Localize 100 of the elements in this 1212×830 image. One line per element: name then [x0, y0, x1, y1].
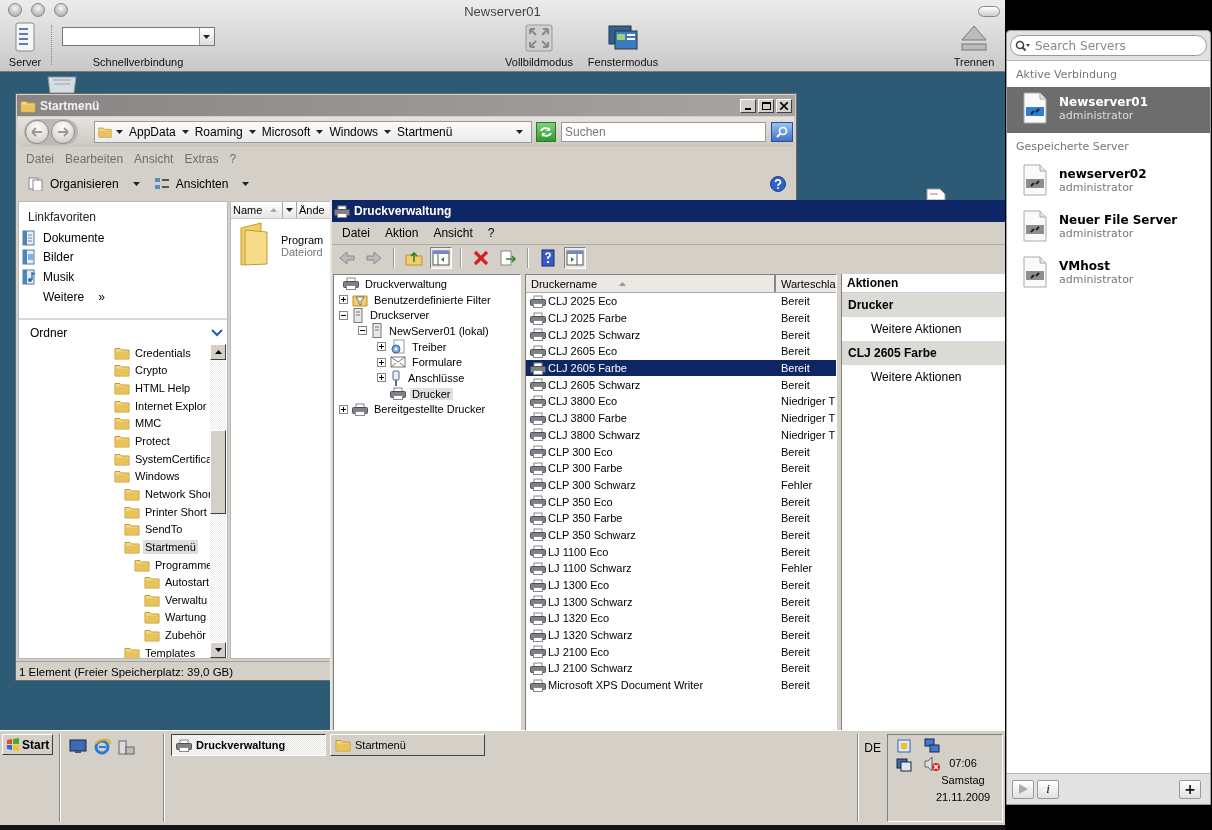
folder-item[interactable]: Crypto: [133, 363, 170, 378]
folder-item[interactable]: Wartung: [163, 610, 209, 625]
printer-row[interactable]: CLJ 2025 Schwarz Bereit: [526, 326, 836, 344]
server-item[interactable]: VMhost administrator: [1007, 251, 1210, 297]
add-button[interactable]: +: [1179, 779, 1201, 799]
printer-row[interactable]: LJ 1300 Schwarz Bereit: [526, 593, 836, 611]
breadcrumb-item[interactable]: AppData: [127, 125, 178, 139]
chevron-down-icon[interactable]: [211, 329, 223, 337]
plus-icon[interactable]: [377, 357, 386, 367]
printer-row[interactable]: Microsoft XPS Document Writer Bereit: [526, 676, 836, 694]
folder-item[interactable]: Startmenü: [143, 539, 198, 554]
favorite-link[interactable]: Musik: [43, 270, 75, 284]
refresh-button[interactable]: [536, 122, 556, 142]
printer-row[interactable]: CLJ 2025 Eco Bereit: [526, 293, 836, 310]
tree-item[interactable]: Benutzerdefinierte Filter: [372, 293, 493, 306]
tree-item[interactable]: Treiber: [410, 340, 449, 353]
server-icon[interactable]: [352, 307, 364, 323]
plus-icon[interactable]: [339, 295, 348, 305]
plus-icon[interactable]: [377, 342, 386, 352]
browser-icon[interactable]: [93, 738, 111, 756]
folder-item[interactable]: Printer Short: [143, 504, 209, 519]
help-book-icon[interactable]: [541, 249, 555, 267]
printer-row[interactable]: CLJ 2605 Farbe Bereit: [526, 359, 836, 377]
tree-item[interactable]: Druckserver: [368, 309, 432, 322]
printer-icon[interactable]: [352, 402, 368, 416]
server-item[interactable]: newserver02 administrator: [1007, 159, 1210, 205]
printer-icon[interactable]: [343, 277, 359, 291]
folder-item[interactable]: SendTo: [143, 522, 185, 537]
printer-row[interactable]: LJ 2100 Eco Bereit: [526, 643, 836, 661]
menu-item[interactable]: ?: [229, 152, 237, 166]
printer-row[interactable]: CLP 300 Eco Bereit: [526, 443, 836, 460]
tree-item[interactable]: Druckverwaltung: [363, 277, 449, 290]
column-header[interactable]: Warteschla: [776, 275, 836, 292]
column-header[interactable]: Druckername: [526, 275, 776, 292]
server-manager-icon[interactable]: [117, 738, 135, 756]
more-link[interactable]: Weitere: [43, 289, 85, 304]
server-button[interactable]: Server: [5, 22, 45, 68]
search-button[interactable]: [771, 122, 793, 142]
folder-item[interactable]: Protect: [133, 434, 172, 448]
form-icon[interactable]: [390, 354, 406, 371]
action-link[interactable]: Weitere Aktionen: [871, 322, 962, 336]
taskbar-button[interactable]: Startmenü: [330, 734, 485, 756]
fullscreen-button[interactable]: Vollbildmodus: [497, 22, 581, 68]
breadcrumb-item[interactable]: Roaming: [192, 125, 245, 139]
column-dropdown-button[interactable]: [283, 202, 297, 218]
folder-item[interactable]: MMC: [133, 416, 164, 431]
printer-row[interactable]: LJ 2100 Schwarz Bereit: [526, 660, 836, 677]
tree-pane-icon[interactable]: [432, 250, 450, 266]
forward-button[interactable]: [51, 120, 75, 144]
info-button[interactable]: i: [1037, 779, 1059, 799]
printer-row[interactable]: CLJ 2605 Schwarz Bereit: [526, 376, 836, 394]
printer-row[interactable]: LJ 1100 Schwarz Fehler: [526, 560, 836, 577]
server-item[interactable]: Newserver01 administrator: [1007, 87, 1210, 133]
tree-item[interactable]: NewServer01 (lokal): [387, 324, 491, 337]
folder-item[interactable]: Templates: [143, 645, 198, 658]
menu-item[interactable]: Aktion: [385, 226, 419, 240]
folder-item[interactable]: Internet Explor: [133, 398, 209, 413]
window-mode-button[interactable]: Fenstermodus: [581, 22, 665, 68]
action-link[interactable]: Weitere Aktionen: [871, 370, 962, 384]
breadcrumb-item[interactable]: Startmenü: [395, 125, 455, 139]
menu-item[interactable]: Ansicht: [433, 226, 473, 240]
printer-row[interactable]: CLJ 2605 Eco Bereit: [526, 343, 836, 360]
export-icon[interactable]: [499, 250, 517, 266]
printer-row[interactable]: CLJ 3800 Schwarz Niedriger T: [526, 426, 836, 444]
maximize-button[interactable]: [758, 98, 774, 113]
favorite-link[interactable]: Bilder: [43, 250, 74, 265]
column-header[interactable]: Ände: [297, 202, 325, 218]
folder-item[interactable]: Windows: [133, 469, 182, 484]
tree-item[interactable]: Anschlüsse: [406, 371, 467, 384]
tree-item[interactable]: Formulare: [410, 356, 465, 369]
printer-row[interactable]: CLP 300 Farbe Bereit: [526, 459, 836, 477]
plus-icon[interactable]: [339, 404, 348, 414]
gear-icon[interactable]: [390, 338, 406, 355]
folder-item[interactable]: Verwaltu: [163, 592, 210, 607]
folder-item[interactable]: Network Shor: [143, 486, 211, 501]
printer-row[interactable]: CLP 350 Farbe Bereit: [526, 509, 836, 527]
plus-icon[interactable]: [377, 373, 386, 383]
folder-item[interactable]: Autostart: [163, 575, 211, 590]
tree-item[interactable]: Bereitgestellte Drucker: [372, 403, 488, 416]
scrollbar[interactable]: [210, 344, 226, 658]
toolbar-toggle-button[interactable]: [978, 6, 1000, 17]
tree-item[interactable]: Drucker: [410, 387, 453, 400]
play-button[interactable]: [1012, 779, 1034, 799]
server-icon[interactable]: [371, 323, 383, 339]
back-button[interactable]: [25, 120, 49, 144]
favorite-link[interactable]: Dokumente: [43, 230, 105, 245]
breadcrumb-item[interactable]: Windows: [327, 125, 381, 139]
printer-icon[interactable]: [390, 387, 406, 401]
search-field[interactable]: Search Servers: [1010, 35, 1207, 56]
breadcrumb-item[interactable]: Microsoft: [259, 125, 313, 139]
organize-button[interactable]: Organisieren: [26, 177, 142, 191]
search-field[interactable]: Suchen: [561, 122, 766, 142]
show-desktop-icon[interactable]: [69, 738, 87, 754]
printer-row[interactable]: CLP 350 Eco Bereit: [526, 493, 836, 510]
file-name[interactable]: Program: [281, 234, 324, 246]
quick-connect-field[interactable]: [61, 27, 215, 46]
printer-row[interactable]: CLJ 3800 Eco Niedriger T: [526, 393, 836, 410]
language-indicator[interactable]: DE: [862, 734, 887, 755]
folder-item[interactable]: HTML Help: [133, 381, 193, 396]
printer-row[interactable]: CLP 350 Schwarz Bereit: [526, 526, 836, 544]
